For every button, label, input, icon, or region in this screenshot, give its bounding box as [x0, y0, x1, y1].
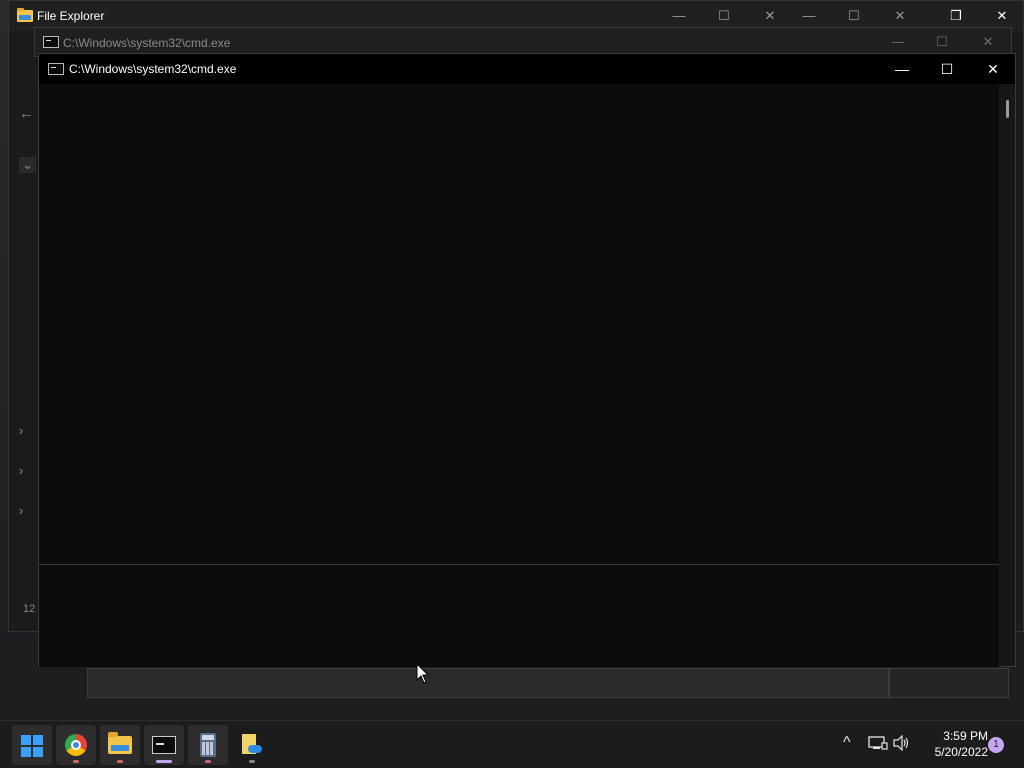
onedrive-icon: [242, 734, 262, 754]
start-button[interactable]: [12, 725, 52, 765]
cmd-front-close-button[interactable]: ✕: [970, 54, 1016, 84]
background-window-edge: [889, 668, 1009, 698]
cmd-back-close-button[interactable]: ✕: [965, 28, 1011, 56]
console-scrollbar[interactable]: [999, 84, 1015, 666]
background-window-edge: [87, 668, 889, 698]
clock-date: 5/20/2022: [934, 745, 988, 759]
taskbar-chrome-button[interactable]: [56, 725, 96, 765]
console-scrollbar-thumb[interactable]: [1006, 100, 1009, 118]
taskbar-file-explorer-button[interactable]: [100, 725, 140, 765]
taskbar-clock[interactable]: 3:59 PM 5/20/2022: [916, 728, 988, 760]
windows-icon: [21, 735, 43, 757]
calculator-icon: [200, 733, 216, 757]
mouse-cursor-icon: [416, 663, 430, 684]
chevron-down-icon[interactable]: ⌄: [19, 157, 36, 173]
network-icon[interactable]: [868, 735, 888, 751]
taskbar-onedrive-button[interactable]: [232, 725, 272, 765]
running-indicator: [249, 760, 255, 763]
console-lower-area[interactable]: [39, 564, 999, 667]
file-explorer-title: File Explorer: [37, 9, 105, 23]
chevron-right-icon[interactable]: ›: [19, 423, 23, 438]
cmd-icon: [48, 63, 64, 75]
cmd-icon: [43, 36, 59, 48]
back-arrow-icon[interactable]: ←: [19, 105, 34, 122]
folder-icon: [17, 8, 33, 22]
running-indicator: [156, 760, 172, 763]
explorer-nav-pane: ← ⌄ › › › 12: [9, 31, 39, 631]
cmd-window-front[interactable]: C:\Windows\system32\cmd.exe — ☐ ✕: [38, 53, 1016, 667]
cmd-front-minimize-button[interactable]: —: [879, 54, 925, 84]
cmd-back-title: C:\Windows\system32\cmd.exe: [63, 36, 231, 50]
tray-overflow-chevron[interactable]: ^: [843, 734, 851, 752]
cmd-icon: [152, 736, 176, 754]
chevron-right-icon[interactable]: ›: [19, 463, 23, 478]
volume-icon[interactable]: [893, 735, 911, 751]
clock-time: 3:59 PM: [943, 729, 988, 743]
chevron-right-icon[interactable]: ›: [19, 503, 23, 518]
running-indicator: [205, 760, 211, 763]
explorer-status-text: 12: [23, 603, 36, 615]
cmd-front-maximize-button[interactable]: ☐: [924, 54, 970, 84]
taskbar-calculator-button[interactable]: [188, 725, 228, 765]
cmd-front-titlebar[interactable]: C:\Windows\system32\cmd.exe — ☐ ✕: [39, 54, 1015, 84]
notification-badge[interactable]: 1: [988, 737, 1004, 753]
running-indicator: [117, 760, 123, 763]
running-indicator: [73, 760, 79, 763]
cmd-back-minimize-button[interactable]: —: [875, 28, 921, 56]
taskbar-cmd-button[interactable]: [144, 725, 184, 765]
chrome-icon: [65, 734, 87, 756]
folder-icon: [108, 732, 132, 754]
cmd-front-title: C:\Windows\system32\cmd.exe: [69, 62, 237, 76]
cmd-back-maximize-button[interactable]: ☐: [919, 28, 965, 56]
console-output-area[interactable]: [39, 84, 999, 564]
